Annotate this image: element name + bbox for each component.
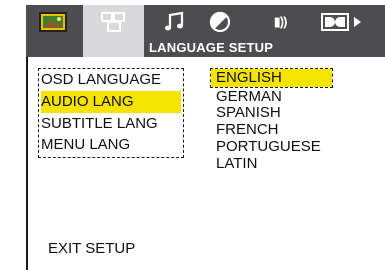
exit-setup-button[interactable]: EXIT SETUP [48, 240, 135, 257]
option-latin[interactable]: LATIN [216, 156, 257, 172]
option-german[interactable]: GERMAN [216, 89, 282, 105]
menu-item-subtitle-lang[interactable]: SUBTITLE LANG [41, 113, 158, 135]
page-title: LANGUAGE SETUP [149, 40, 274, 55]
music-note-icon [165, 11, 184, 31]
option-english[interactable]: ENGLISH [211, 69, 332, 87]
dolby-icon [321, 13, 361, 31]
setup-tab-bar: ▮)) [26, 5, 385, 39]
option-spanish[interactable]: SPANISH [216, 105, 281, 121]
menu-item-osd-language[interactable]: OSD LANGUAGE [41, 69, 161, 91]
active-tab-indicator [83, 39, 144, 57]
tab-speaker[interactable]: ▮)) [256, 5, 304, 39]
speaker-icon: ▮)) [273, 14, 288, 29]
circle-slash-icon [209, 11, 231, 33]
menu-item-menu-lang[interactable]: MENU LANG [41, 134, 130, 156]
option-portuguese[interactable]: PORTUGUESE [216, 139, 321, 155]
tab-dolby[interactable] [321, 5, 385, 39]
tab-language-setup[interactable] [83, 5, 144, 39]
tab-parental[interactable] [202, 5, 238, 39]
title-bar: LANGUAGE SETUP [26, 39, 385, 57]
tab-audio[interactable] [156, 5, 192, 39]
tv-picture-icon [39, 12, 67, 32]
option-french[interactable]: FRENCH [216, 122, 279, 138]
menu-item-audio-lang[interactable]: AUDIO LANG [41, 91, 181, 113]
language-setup-icon [100, 12, 125, 32]
tab-picture[interactable] [35, 5, 71, 39]
